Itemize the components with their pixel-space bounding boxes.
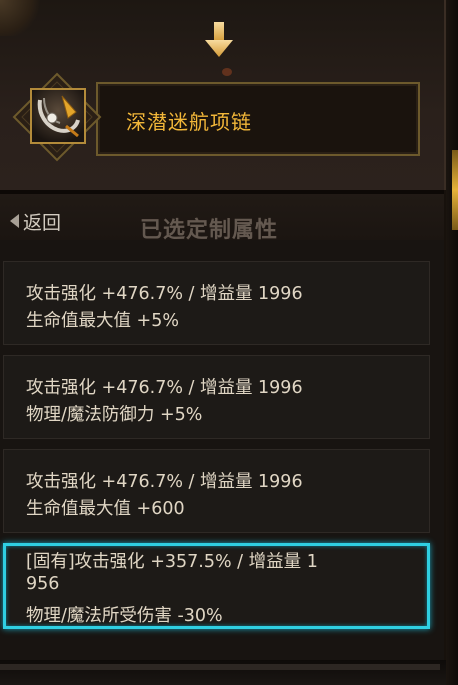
option-line-2: 物理/魔法防御力 +5% <box>26 405 203 425</box>
item-name-bar: 深潜迷航项链 <box>96 82 420 156</box>
horizontal-scrollbar[interactable] <box>0 664 440 670</box>
corner-decoration <box>0 0 40 36</box>
option-line-1: 攻击强化 +476.7% / 增益量 1996 <box>26 284 303 304</box>
necklace-item-icon <box>37 95 80 138</box>
item-icon-slot[interactable] <box>30 88 86 144</box>
option-line-1: 攻击强化 +476.7% / 增益量 1996 <box>26 472 303 492</box>
attribute-option-2[interactable]: 攻击强化 +476.7% / 增益量 1996 物理/魔法防御力 +5% <box>3 355 430 439</box>
back-arrow-icon <box>10 214 19 228</box>
glow-dot <box>222 68 232 76</box>
option-line-1: 攻击强化 +476.7% / 增益量 1996 <box>26 378 303 398</box>
option-line-1: [固有]攻击强化 +357.5% / 增益量 1 <box>26 552 318 572</box>
attribute-option-3[interactable]: 攻击强化 +476.7% / 增益量 1996 生命值最大值 +600 <box>3 449 430 533</box>
attribute-option-1[interactable]: 攻击强化 +476.7% / 增益量 1996 生命值最大值 +5% <box>3 261 430 345</box>
item-name: 深潜迷航项链 <box>126 110 252 134</box>
option-line-1-wrap: 956 <box>26 574 60 594</box>
back-button[interactable]: 返回 <box>10 206 61 236</box>
right-edge-highlight <box>452 150 458 230</box>
back-label: 返回 <box>23 211 62 234</box>
down-arrow-icon <box>205 22 233 57</box>
option-line-2: 物理/魔法所受伤害 -30% <box>26 606 223 626</box>
option-line-2: 生命值最大值 +600 <box>26 499 185 519</box>
attribute-option-4-selected[interactable]: [固有]攻击强化 +357.5% / 增益量 1 956 物理/魔法所受伤害 -… <box>3 543 430 629</box>
option-line-2: 生命值最大值 +5% <box>26 311 179 331</box>
right-edge-frame <box>446 0 458 685</box>
